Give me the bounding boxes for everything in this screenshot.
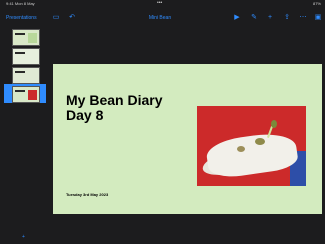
slide-date[interactable]: Tuesday 3rd May 2023 bbox=[66, 192, 108, 197]
thumb-image bbox=[28, 33, 37, 43]
slide-title[interactable]: My Bean Diary Day 8 bbox=[66, 93, 196, 123]
ipad-screen: 9:41 Mon 8 May ••• 87% Presentations ▭ ↶… bbox=[0, 0, 325, 244]
presentations-back-button[interactable]: Presentations bbox=[6, 15, 37, 21]
thumb-title-bar bbox=[15, 33, 25, 35]
thumb-title-bar bbox=[15, 71, 25, 73]
more-icon[interactable]: ⋯ bbox=[299, 14, 307, 22]
brush-icon[interactable]: ✎ bbox=[250, 14, 258, 22]
sidebar-icon[interactable]: ▭ bbox=[52, 14, 60, 22]
bean-photo[interactable] bbox=[197, 106, 306, 186]
photo-bean bbox=[255, 138, 265, 145]
thumb-image bbox=[28, 90, 37, 100]
slide-title-line-2: Day 8 bbox=[66, 107, 104, 123]
multitasking-dots[interactable]: ••• bbox=[157, 0, 162, 6]
slide-title-line-1: My Bean Diary bbox=[66, 92, 163, 108]
slide-thumbnail-4[interactable] bbox=[12, 86, 40, 103]
status-bar: 9:41 Mon 8 May ••• 87% bbox=[0, 0, 325, 8]
share-icon[interactable]: ⇪ bbox=[283, 14, 291, 22]
thumb-title-bar bbox=[15, 90, 25, 92]
slide-thumbnail-3[interactable] bbox=[12, 67, 40, 84]
thumb-title-bar bbox=[15, 52, 25, 54]
slide-thumbnail-2[interactable] bbox=[12, 48, 40, 65]
document-title[interactable]: Mini Bean bbox=[135, 15, 185, 21]
undo-icon[interactable]: ↶ bbox=[68, 14, 76, 22]
add-slide-icon[interactable]: + bbox=[22, 234, 30, 240]
battery-indicator: 87% bbox=[312, 1, 321, 6]
toolbar: Presentations ▭ ↶ Mini Bean ▶ ✎ + ⇪ ⋯ ▣ bbox=[0, 12, 325, 26]
format-icon[interactable]: ▣ bbox=[314, 14, 322, 22]
play-icon[interactable]: ▶ bbox=[233, 14, 241, 22]
plus-icon[interactable]: + bbox=[266, 14, 274, 22]
slide-navigator bbox=[4, 26, 46, 236]
slide-canvas[interactable]: My Bean Diary Day 8 Tuesday 3rd May 2023 bbox=[53, 64, 322, 214]
status-time: 9:41 Mon 8 May bbox=[6, 1, 35, 6]
photo-bean bbox=[271, 120, 277, 128]
slide-thumbnail-1[interactable] bbox=[12, 29, 40, 46]
photo-paper-towel bbox=[204, 129, 300, 181]
photo-bean bbox=[237, 146, 245, 152]
